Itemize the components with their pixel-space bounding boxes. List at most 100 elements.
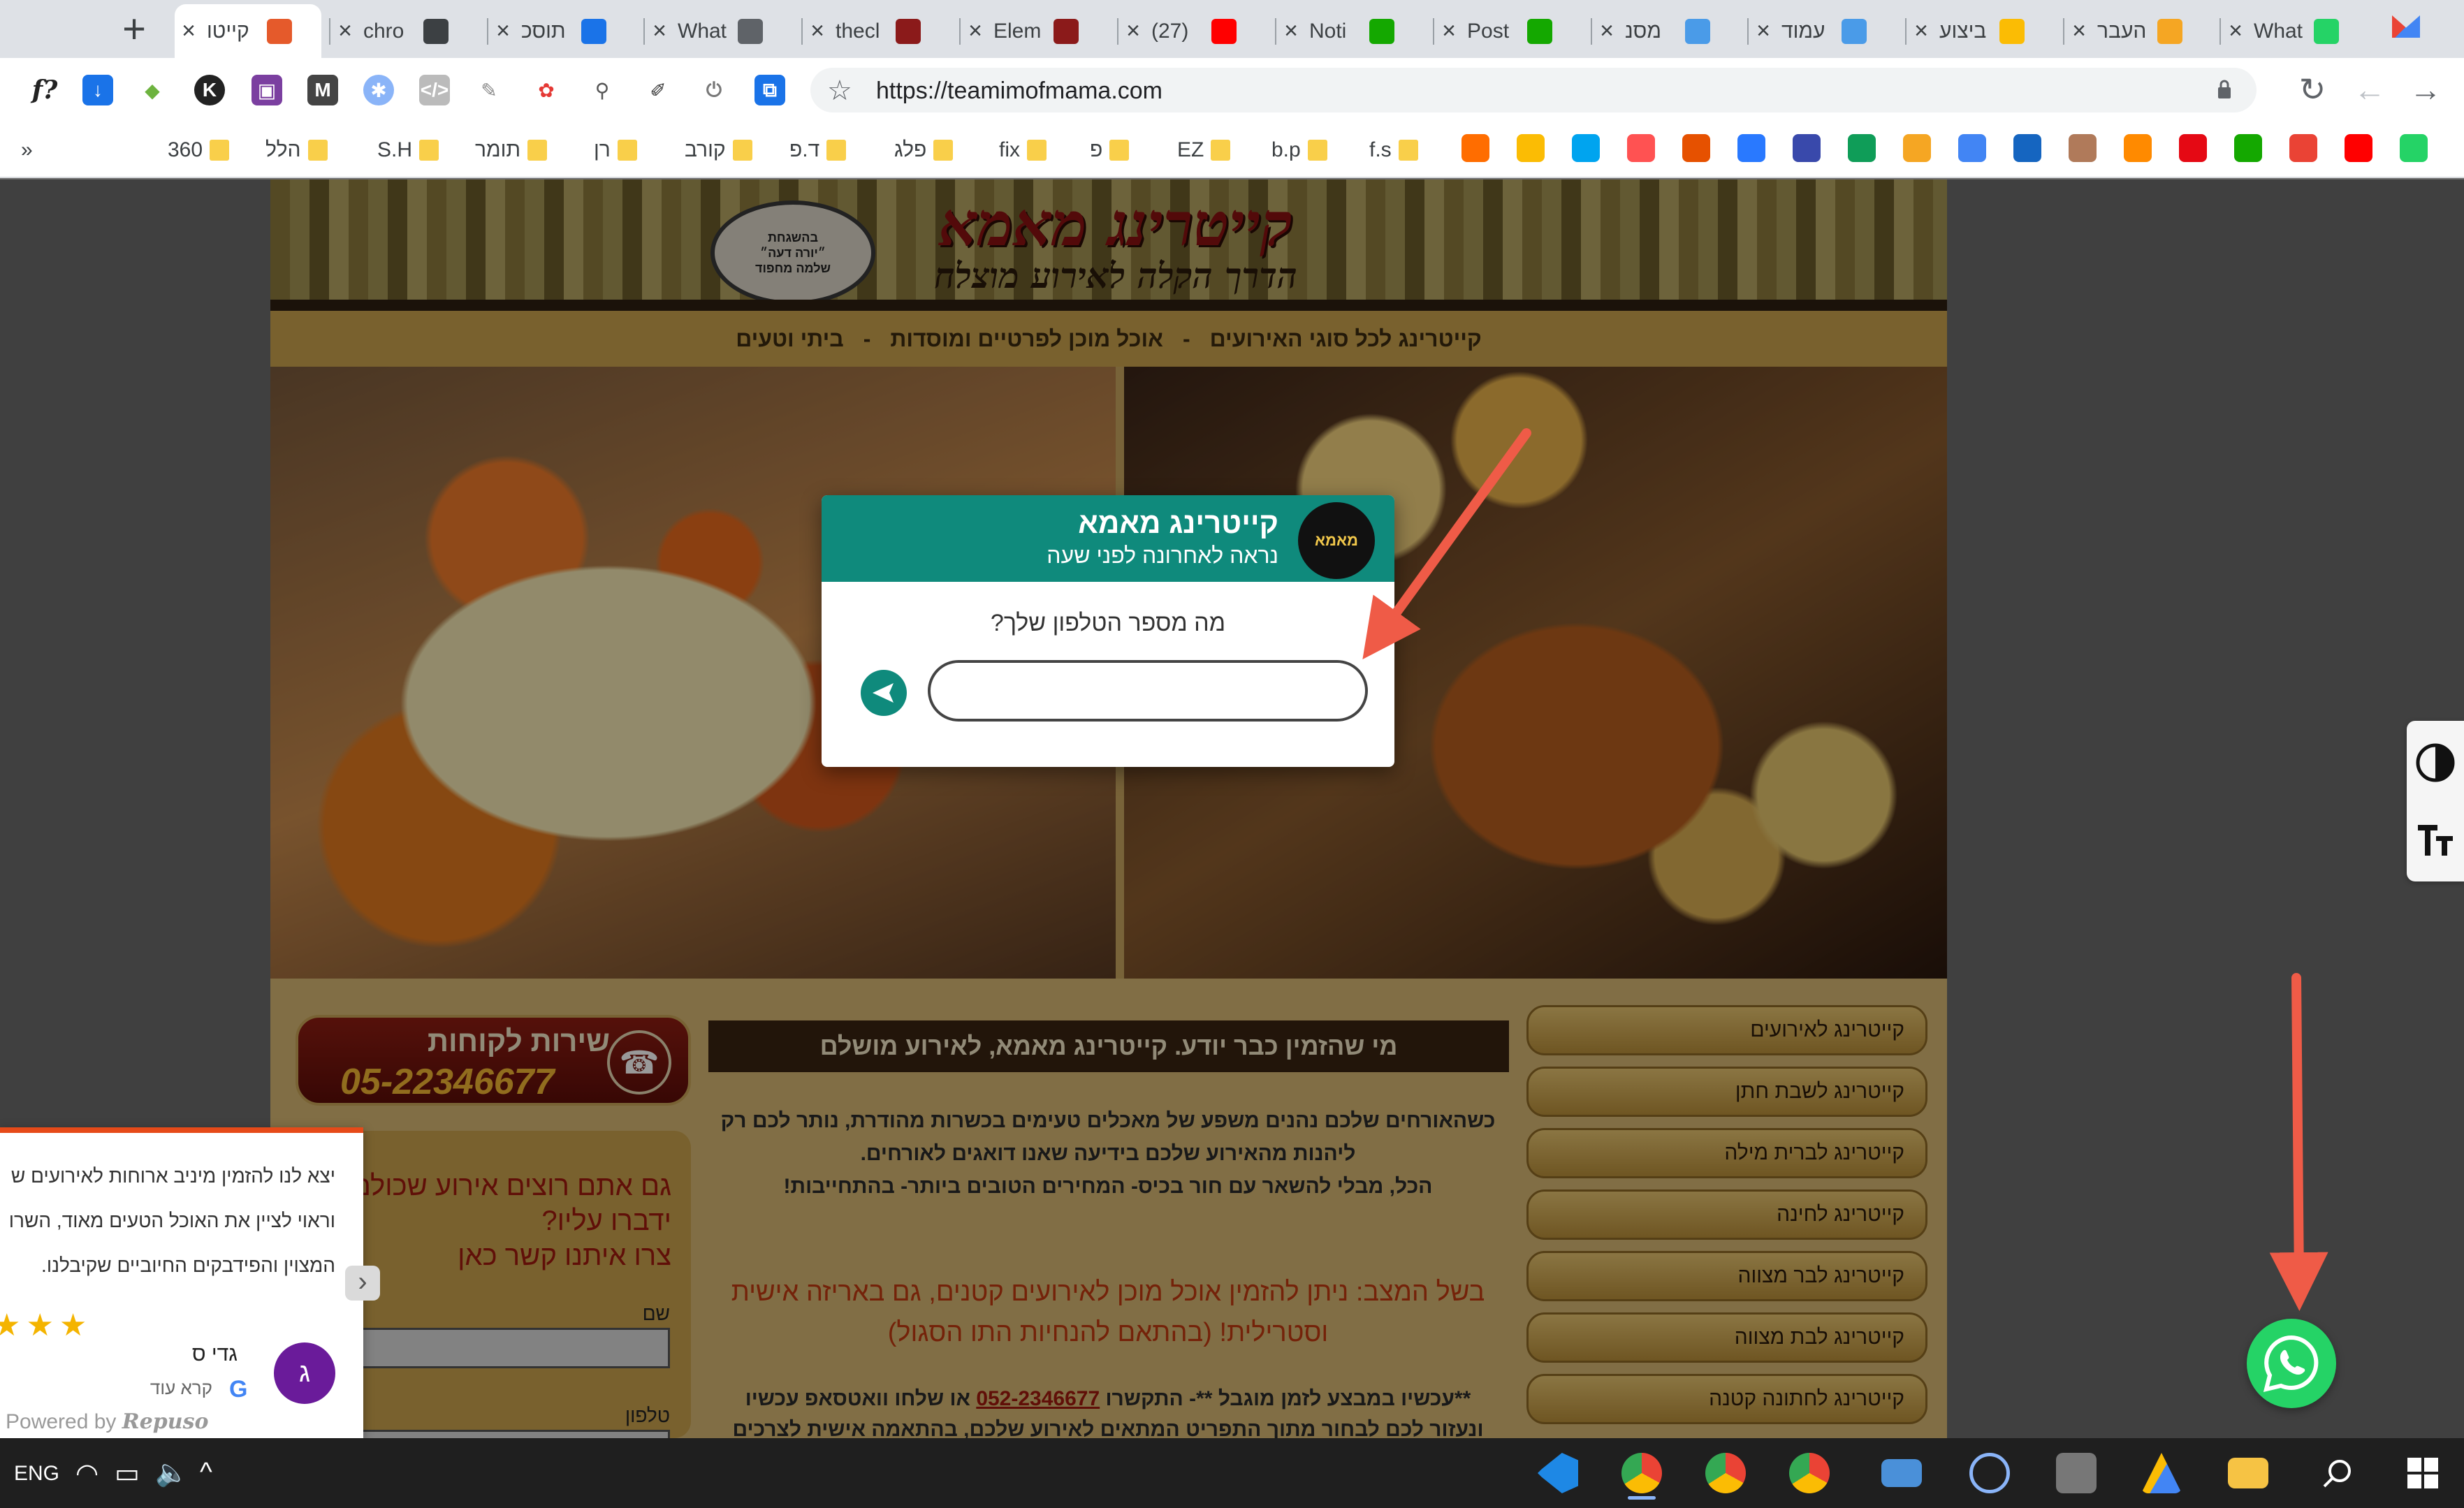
- bookmark-shortcut-icon[interactable]: [1627, 134, 1655, 162]
- battery-icon[interactable]: ▭: [115, 1458, 140, 1489]
- close-tab-icon[interactable]: ×: [1907, 17, 1935, 45]
- bookmark-shortcut-icon[interactable]: [1958, 134, 1986, 162]
- extension-gem-icon[interactable]: ◆: [137, 75, 168, 105]
- extension-eyedropper-icon[interactable]: ✐: [643, 75, 673, 105]
- read-more-link[interactable]: קרא עוד: [150, 1377, 212, 1399]
- bookmark-shortcut-icon[interactable]: [2289, 134, 2317, 162]
- gmail-tab-favicon-icon[interactable]: [2392, 15, 2420, 38]
- close-tab-icon[interactable]: ×: [1277, 17, 1305, 45]
- contrast-icon[interactable]: [2407, 728, 2464, 798]
- bookmark-shortcut-icon[interactable]: [1903, 134, 1931, 162]
- back-icon[interactable]: ←: [2350, 71, 2389, 108]
- chrome-taskbar-icon[interactable]: [1607, 1447, 1677, 1500]
- search-icon[interactable]: [2303, 1447, 2372, 1500]
- browser-tab[interactable]: × Post: [1433, 4, 1582, 58]
- new-tab-button[interactable]: +: [113, 9, 155, 50]
- bookmark-shortcut-icon[interactable]: [1572, 134, 1600, 162]
- bookmark-folder[interactable]: fix: [999, 133, 1047, 167]
- bookmark-shortcut-icon[interactable]: [2179, 134, 2207, 162]
- bookmark-folder[interactable]: 360: [168, 133, 230, 167]
- bookmark-shortcut-icon[interactable]: [2013, 134, 2041, 162]
- browser-tab[interactable]: × (27): [1117, 4, 1266, 58]
- close-tab-icon[interactable]: ×: [646, 17, 673, 45]
- calculator-taskbar-icon[interactable]: [2041, 1447, 2111, 1500]
- close-tab-icon[interactable]: ×: [1119, 17, 1147, 45]
- close-tab-icon[interactable]: ×: [1749, 17, 1777, 45]
- extension-settings-badge-icon[interactable]: ✱: [363, 75, 394, 105]
- google-ads-taskbar-icon[interactable]: [2127, 1447, 2196, 1500]
- close-tab-icon[interactable]: ×: [1593, 17, 1621, 45]
- browser-tab[interactable]: × chro: [329, 4, 478, 58]
- forward-icon[interactable]: →: [2406, 71, 2445, 108]
- close-tab-icon[interactable]: ×: [961, 17, 989, 45]
- vscode-taskbar-icon[interactable]: [1523, 1447, 1593, 1500]
- bookmark-folder[interactable]: קורב: [685, 133, 752, 167]
- bookmark-shortcut-icon[interactable]: [1461, 134, 1489, 162]
- browser-tab[interactable]: × עמוד: [1747, 4, 1896, 58]
- bookmark-folder[interactable]: פלג: [894, 133, 954, 167]
- close-tab-icon[interactable]: ×: [803, 17, 831, 45]
- browser-tab[interactable]: × Elem: [959, 4, 1108, 58]
- bookmark-folder[interactable]: S.H: [377, 133, 439, 167]
- bookmark-folder[interactable]: f.s: [1369, 133, 1418, 167]
- bookmark-shortcut-icon[interactable]: [2345, 134, 2372, 162]
- close-tab-icon[interactable]: ×: [2065, 17, 2093, 45]
- bookmark-shortcut-icon[interactable]: [1848, 134, 1876, 162]
- text-size-icon[interactable]: [2407, 803, 2464, 873]
- chevron-up-icon[interactable]: ^: [200, 1458, 212, 1488]
- reload-icon[interactable]: ↻: [2293, 71, 2332, 108]
- bookmark-folder[interactable]: פ: [1090, 133, 1130, 167]
- extension-m-icon[interactable]: M: [307, 75, 338, 105]
- browser-tab[interactable]: × Noti: [1275, 4, 1424, 58]
- address-bar[interactable]: ☆ https://teamimofmama.com: [810, 68, 2257, 112]
- url-text[interactable]: https://teamimofmama.com: [876, 78, 1162, 105]
- close-tab-icon[interactable]: ×: [331, 17, 359, 45]
- bookmark-folder[interactable]: b.p: [1271, 133, 1327, 167]
- bookmark-folder[interactable]: EZ: [1177, 133, 1231, 167]
- browser-tab[interactable]: × What: [2219, 4, 2368, 58]
- bookmark-shortcut-icon[interactable]: [2400, 134, 2428, 162]
- extension-fx-icon[interactable]: f?: [29, 75, 60, 105]
- browser-tab[interactable]: × What: [643, 4, 792, 58]
- bookmarks-overflow-button[interactable]: »: [21, 133, 33, 167]
- review-next-button[interactable]: ›: [345, 1266, 380, 1301]
- modal-overlay[interactable]: [0, 180, 2464, 1438]
- phone-number-input[interactable]: [928, 660, 1368, 722]
- browser-tab[interactable]: × העבר: [2063, 4, 2212, 58]
- language-indicator[interactable]: ENG: [14, 1462, 59, 1486]
- bookmark-shortcut-icon[interactable]: [1793, 134, 1821, 162]
- bookmark-shortcut-icon[interactable]: [1737, 134, 1765, 162]
- extension-calendar-icon[interactable]: ▣: [251, 75, 282, 105]
- bookmark-shortcut-icon[interactable]: [2234, 134, 2262, 162]
- bookmark-shortcut-icon[interactable]: [2124, 134, 2152, 162]
- bookmark-star-icon[interactable]: ☆: [827, 75, 852, 107]
- whatsapp-float-button[interactable]: [2247, 1319, 2336, 1408]
- extension-notes-icon[interactable]: ✎: [474, 75, 504, 105]
- bookmark-folder[interactable]: ד.פ: [789, 133, 847, 167]
- chrome-profile2-taskbar-icon[interactable]: [1774, 1447, 1844, 1500]
- bookmark-folder[interactable]: תומר: [475, 133, 548, 167]
- extension-power-icon[interactable]: ⏻: [699, 75, 729, 105]
- bookmark-shortcut-icon[interactable]: [1682, 134, 1710, 162]
- bookmark-shortcut-icon[interactable]: [1517, 134, 1545, 162]
- bookmark-shortcut-icon[interactable]: [2069, 134, 2097, 162]
- bookmark-folder[interactable]: הלל: [265, 133, 328, 167]
- close-tab-icon[interactable]: ×: [175, 17, 203, 45]
- chrome-profile-taskbar-icon[interactable]: [1691, 1447, 1760, 1500]
- extension-flower-icon[interactable]: ✿: [531, 75, 562, 105]
- laptop-taskbar-icon[interactable]: [1867, 1447, 1937, 1500]
- extension-download-icon[interactable]: ↓: [82, 75, 113, 105]
- browser-tab[interactable]: × קייטו: [175, 4, 321, 58]
- windows-start-icon[interactable]: [2388, 1447, 2458, 1500]
- browser-tab[interactable]: × מסנ: [1591, 4, 1740, 58]
- extension-code-icon[interactable]: </>: [419, 75, 450, 105]
- extension-magnifier-icon[interactable]: ⚲: [587, 75, 618, 105]
- file-explorer-taskbar-icon[interactable]: [2213, 1447, 2283, 1500]
- cortana-taskbar-icon[interactable]: [1955, 1447, 2025, 1500]
- close-tab-icon[interactable]: ×: [489, 17, 517, 45]
- wifi-icon[interactable]: ◠: [75, 1458, 99, 1489]
- volume-icon[interactable]: 🔈: [155, 1458, 188, 1488]
- bookmark-folder[interactable]: רן: [594, 133, 637, 167]
- browser-tab[interactable]: × thecl: [801, 4, 950, 58]
- browser-tab[interactable]: × תוסכ: [487, 4, 636, 58]
